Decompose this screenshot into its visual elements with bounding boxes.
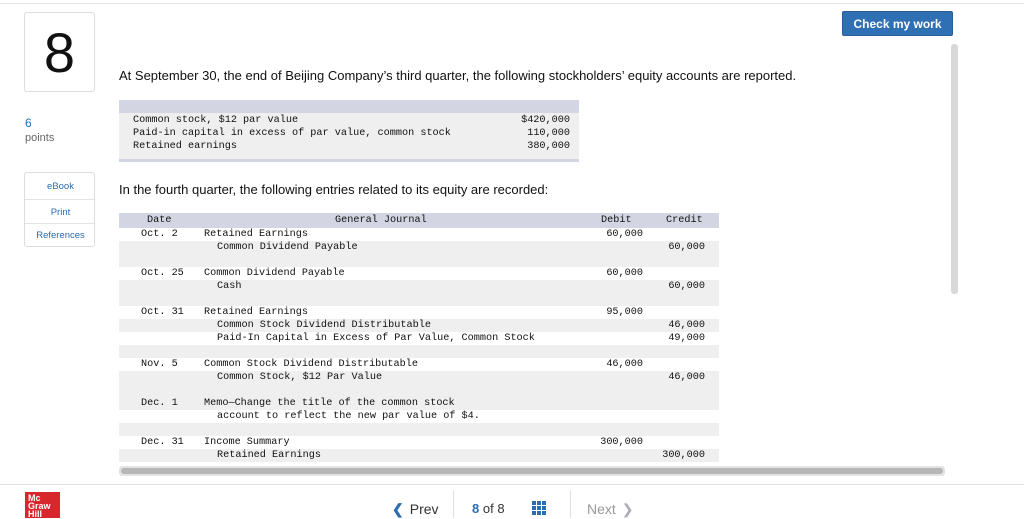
chevron-left-icon: ❮ — [392, 501, 404, 517]
entry-date: Dec. 1 — [141, 398, 178, 409]
entry-credit: 60,000 — [668, 242, 705, 253]
table-footer-bar — [119, 159, 579, 162]
equity-amount: 110,000 — [527, 128, 570, 139]
entry-account: Cash — [217, 281, 242, 292]
row-stripe — [119, 293, 719, 306]
header-date: Date — [147, 215, 172, 226]
equity-amount: $420,000 — [521, 115, 570, 126]
next-label: Next — [587, 501, 616, 517]
entry-account: Retained Earnings — [204, 229, 308, 240]
total-pages: 8 — [497, 501, 505, 516]
equity-accounts-table: Common stock, $12 par value $420,000 Pai… — [119, 100, 579, 162]
prev-label: Prev — [409, 501, 439, 517]
equity-label: Retained earnings — [133, 141, 237, 152]
next-button[interactable]: Next ❯ — [587, 501, 634, 518]
entry-date: Nov. 5 — [141, 359, 178, 370]
print-link[interactable]: Print — [25, 207, 96, 218]
references-link[interactable]: References — [25, 230, 96, 241]
of-label: of — [482, 501, 494, 516]
resource-links: eBook Print References — [24, 172, 95, 247]
entry-account: Common Stock Dividend Distributable — [217, 320, 431, 331]
row-stripe — [119, 241, 719, 254]
divider — [25, 199, 94, 200]
row-stripe — [119, 345, 719, 358]
check-my-work-button[interactable]: Check my work — [842, 11, 953, 36]
entry-debit: 60,000 — [606, 229, 643, 240]
top-divider — [0, 3, 1024, 4]
equity-label: Paid-in capital in excess of par value, … — [133, 128, 451, 139]
journal-header: Date General Journal Debit Credit — [119, 213, 719, 228]
prev-button[interactable]: ❮ Prev — [392, 501, 439, 518]
row-stripe — [119, 254, 719, 267]
entry-credit: 46,000 — [668, 372, 705, 383]
header-credit: Credit — [666, 215, 703, 226]
divider — [453, 490, 454, 518]
question-grid-icon[interactable] — [532, 501, 546, 515]
row-stripe — [119, 384, 719, 397]
entry-debit: 60,000 — [606, 268, 643, 279]
row-stripe — [119, 449, 719, 462]
equity-amount: 380,000 — [527, 141, 570, 152]
scrollbar-thumb[interactable] — [121, 468, 943, 474]
row-stripe — [119, 423, 719, 436]
entry-date: Dec. 31 — [141, 437, 184, 448]
entry-account: Memo—Change the title of the common stoc… — [204, 398, 455, 409]
entry-account: Retained Earnings — [204, 307, 308, 318]
horizontal-scrollbar[interactable] — [119, 466, 945, 476]
header-general-journal: General Journal — [335, 215, 427, 226]
entry-account: Paid-In Capital in Excess of Par Value, … — [217, 333, 535, 344]
divider — [570, 490, 571, 518]
divider — [25, 223, 94, 224]
question-second: In the fourth quarter, the following ent… — [119, 182, 549, 197]
vertical-scrollbar[interactable] — [951, 44, 958, 294]
mcgraw-hill-logo: Mc Graw Hill — [25, 492, 60, 519]
entry-date: Oct. 31 — [141, 307, 184, 318]
footer-divider — [0, 484, 1024, 485]
points-value: 6 — [25, 116, 32, 130]
entry-credit: 49,000 — [668, 333, 705, 344]
entry-credit: 46,000 — [668, 320, 705, 331]
entry-account: Common Dividend Payable — [217, 242, 358, 253]
entry-date: Oct. 25 — [141, 268, 184, 279]
question-number: 8 — [24, 12, 95, 92]
entry-account: account to reflect the new par value of … — [217, 411, 480, 422]
current-page: 8 — [472, 501, 480, 516]
entry-account: Retained Earnings — [217, 450, 321, 461]
equity-label: Common stock, $12 par value — [133, 115, 299, 126]
row-stripe — [119, 371, 719, 384]
ebook-link[interactable]: eBook — [25, 181, 96, 192]
entry-account: Common Stock Dividend Distributable — [204, 359, 418, 370]
page-indicator: 8 of 8 — [472, 501, 505, 516]
points-label: points — [25, 132, 55, 144]
chevron-right-icon: ❯ — [621, 501, 634, 517]
entry-credit: 300,000 — [662, 450, 705, 461]
entry-debit: 95,000 — [606, 307, 643, 318]
entry-debit: 300,000 — [600, 437, 643, 448]
row-stripe — [119, 280, 719, 293]
entry-account: Common Dividend Payable — [204, 268, 345, 279]
entry-debit: 46,000 — [606, 359, 643, 370]
question-intro: At September 30, the end of Beijing Comp… — [119, 68, 797, 83]
table-header-bar — [119, 100, 579, 113]
entry-date: Oct. 2 — [141, 229, 178, 240]
entry-credit: 60,000 — [668, 281, 705, 292]
general-journal-table: Date General Journal Debit Credit Oct. 2… — [119, 213, 719, 463]
entry-account: Common Stock, $12 Par Value — [217, 372, 383, 383]
entry-account: Income Summary — [204, 437, 290, 448]
header-debit: Debit — [601, 215, 632, 226]
